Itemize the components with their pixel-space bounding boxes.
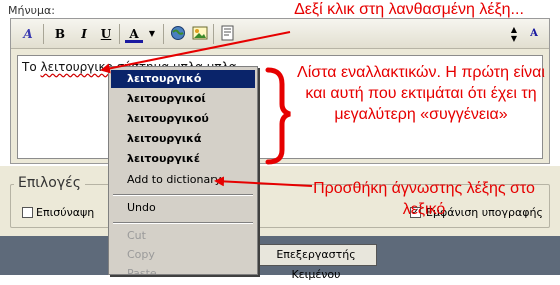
toolbar-separator (213, 24, 214, 44)
attach-checkbox[interactable] (22, 207, 33, 218)
spell-check-icon[interactable] (219, 25, 237, 43)
annotation-right-click: Δεξί κλικ στη λανθασμένη λέξη... (294, 1, 524, 18)
menu-suggestion[interactable]: λειτουργικό (111, 70, 255, 88)
italic-button[interactable]: I (75, 25, 93, 43)
menu-separator (113, 222, 253, 224)
spellcheck-context-menu: λειτουργικό λειτουργικοί λειτουργικού λε… (108, 66, 258, 275)
menu-suggestion[interactable]: λειτουργικέ (111, 150, 255, 168)
annotation-add-word: Προσθήκη άγνωστης λέξης στο λεξικό (313, 180, 535, 218)
chevron-down-icon[interactable]: ▼ (143, 25, 161, 43)
menu-separator (113, 194, 253, 196)
menu-paste[interactable]: Paste (111, 265, 255, 274)
font-color-button[interactable]: A (125, 25, 143, 43)
menu-suggestion[interactable]: λειτουργικά (111, 130, 255, 148)
image-icon[interactable] (191, 25, 209, 43)
bold-button[interactable]: B (51, 25, 69, 43)
menu-suggestion[interactable]: λειτουργικοί (111, 90, 255, 108)
style-icon[interactable]: A (19, 25, 37, 43)
underline-button[interactable]: U (97, 25, 115, 43)
message-label: Μήνυμα: (8, 4, 55, 17)
menu-cut[interactable]: Cut (111, 227, 255, 245)
misspelled-word[interactable]: λειτουργικο (41, 60, 113, 74)
text-editor-button[interactable]: Επεξεργαστής Κειμένου (255, 244, 377, 281)
toolbar-separator (119, 24, 120, 44)
toolbar-separator (43, 24, 44, 44)
toolbar-separator (163, 24, 164, 44)
annotation-alternatives: Λίστα εναλλακτικών. Η πρώτη είναι και αυ… (297, 64, 545, 123)
editor-toolbar: A B I U A ▼ ▲ ▼ A (11, 19, 549, 49)
menu-suggestion[interactable]: λειτουργικού (111, 110, 255, 128)
link-globe-icon[interactable] (169, 25, 187, 43)
options-legend: Επιλογές (14, 175, 85, 191)
resize-arrows-icon[interactable]: ▲ ▼ (505, 25, 523, 43)
text-direction-icon[interactable]: A (525, 25, 543, 43)
attach-label: Επισύναψη (36, 206, 95, 219)
menu-copy[interactable]: Copy (111, 246, 255, 264)
menu-add-to-dictionary[interactable]: Add to dictionary (111, 171, 255, 189)
menu-undo[interactable]: Undo (111, 199, 255, 217)
